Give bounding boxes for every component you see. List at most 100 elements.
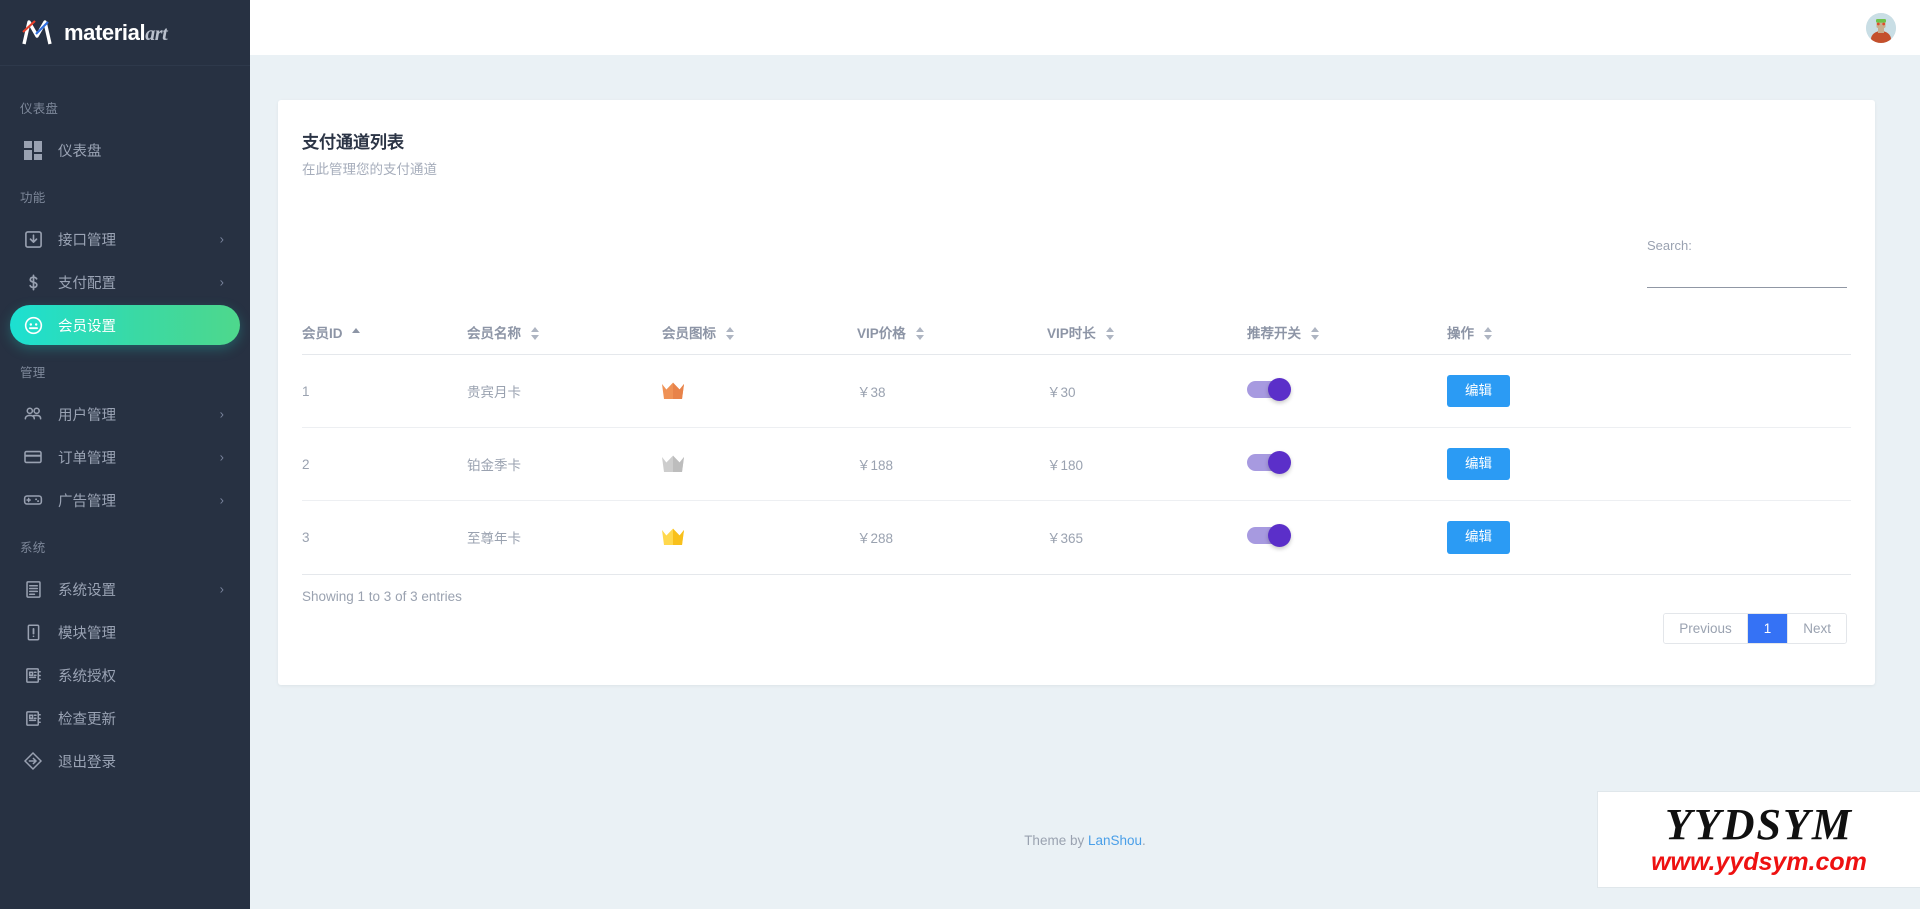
recommend-toggle[interactable] [1247, 381, 1289, 398]
sidebar-item-user-management[interactable]: 用户管理 › [10, 394, 240, 434]
cell-recommend-switch [1247, 428, 1447, 501]
sidebar-item-label: 用户管理 [58, 404, 116, 425]
sidebar-item-system-settings[interactable]: 系统设置 › [10, 569, 240, 609]
app-root: materialart 仪表盘 仪表盘 功能 [0, 0, 1920, 909]
column-label: 会员名称 [467, 326, 521, 341]
page-subtitle: 在此管理您的支付通道 [302, 158, 1851, 178]
pagination-next[interactable]: Next [1787, 614, 1846, 643]
column-header-member-icon[interactable]: 会员图标 [662, 312, 857, 355]
pagination-page-1[interactable]: 1 [1747, 614, 1788, 643]
sort-both-icon [531, 325, 539, 340]
face-smile-icon [22, 314, 44, 336]
column-header-recommend-switch[interactable]: 推荐开关 [1247, 312, 1447, 355]
gamepad-icon [22, 489, 44, 511]
cell-vip-duration: ￥365 [1047, 501, 1247, 574]
cell-member-name: 铂金季卡 [467, 428, 662, 501]
sidebar-item-label: 系统授权 [58, 665, 116, 686]
column-header-member-name[interactable]: 会员名称 [467, 312, 662, 355]
user-avatar[interactable] [1866, 13, 1896, 43]
chevron-right-icon: › [220, 451, 224, 464]
cell-vip-price: ￥188 [857, 428, 1047, 501]
logout-icon [22, 750, 44, 772]
cell-vip-duration: ￥30 [1047, 355, 1247, 428]
recommend-toggle[interactable] [1247, 454, 1289, 471]
sort-both-icon [1106, 325, 1114, 340]
crown-icon [662, 455, 857, 473]
chevron-right-icon: › [220, 408, 224, 421]
recommend-toggle[interactable] [1247, 527, 1289, 544]
brand-name: material [64, 20, 145, 45]
cell-member-icon [662, 428, 857, 501]
users-icon [22, 403, 44, 425]
sidebar-item-system-authorization[interactable]: 系统授权 [10, 655, 240, 695]
sidebar-item-label: 广告管理 [58, 490, 116, 511]
page-title: 支付通道列表 [302, 128, 1851, 153]
column-label: 推荐开关 [1247, 326, 1301, 341]
sort-both-icon [916, 325, 924, 340]
edit-button[interactable]: 编辑 [1447, 375, 1510, 407]
sort-both-icon [1484, 325, 1492, 340]
sort-asc-icon [352, 325, 360, 340]
sidebar-item-label: 支付配置 [58, 272, 116, 293]
cell-vip-duration: ￥180 [1047, 428, 1247, 501]
column-header-vip-price[interactable]: VIP价格 [857, 312, 1047, 355]
sidebar-item-order-management[interactable]: 订单管理 › [10, 437, 240, 477]
brand[interactable]: materialart [0, 0, 250, 66]
cell-recommend-switch [1247, 355, 1447, 428]
footer-link[interactable]: LanShou [1088, 833, 1142, 848]
table-row: 2 铂金季卡 ￥188 ￥1 [302, 428, 1851, 501]
m-logo-icon [20, 16, 54, 50]
sidebar-item-dashboard[interactable]: 仪表盘 [10, 130, 240, 170]
cell-member-id: 2 [302, 428, 467, 501]
sort-both-icon [1311, 325, 1319, 340]
clipboard-alert-icon [22, 621, 44, 643]
column-label: VIP时长 [1047, 326, 1096, 341]
edit-button[interactable]: 编辑 [1447, 448, 1510, 480]
sidebar-item-logout[interactable]: 退出登录 [10, 741, 240, 781]
edit-button[interactable]: 编辑 [1447, 521, 1510, 553]
sidebar-item-payment-config[interactable]: 支付配置 › [10, 262, 240, 302]
table-row: 3 至尊年卡 ￥288 ￥3 [302, 501, 1851, 574]
dashboard-icon [22, 139, 44, 161]
sidebar-item-ad-management[interactable]: 广告管理 › [10, 480, 240, 520]
sidebar-item-label: 模块管理 [58, 622, 116, 643]
table-header: 会员ID 会员名称 [302, 312, 1851, 355]
sidebar-item-label: 接口管理 [58, 229, 116, 250]
table-body: 1 贵宾月卡 ￥38 ￥30 [302, 355, 1851, 575]
pagination: Previous 1 Next [1663, 613, 1847, 644]
content-area: 支付通道列表 在此管理您的支付通道 Search: 会员ID [250, 55, 1920, 909]
column-header-vip-duration[interactable]: VIP时长 [1047, 312, 1247, 355]
toggle-knob [1268, 524, 1291, 547]
sidebar-item-interface-management[interactable]: 接口管理 › [10, 219, 240, 259]
sidebar-item-label: 检查更新 [58, 708, 116, 729]
brand-text: materialart [64, 20, 167, 46]
column-header-member-id[interactable]: 会员ID [302, 312, 467, 355]
toggle-knob [1268, 451, 1291, 474]
table-header-row: 会员ID 会员名称 [302, 312, 1851, 355]
sidebar-item-module-management[interactable]: 模块管理 [10, 612, 240, 652]
search-input[interactable] [1647, 267, 1847, 288]
column-label: VIP价格 [857, 326, 906, 341]
sort-both-icon [726, 325, 734, 340]
footer-suffix: . [1142, 833, 1146, 848]
cell-member-id: 1 [302, 355, 467, 428]
chevron-right-icon: › [220, 494, 224, 507]
sidebar-item-check-update[interactable]: 检查更新 [10, 698, 240, 738]
cell-recommend-switch [1247, 501, 1447, 574]
member-table: 会员ID 会员名称 [302, 312, 1851, 575]
watermark-title: YYDSYM [1665, 803, 1853, 847]
sidebar-item-label: 会员设置 [58, 315, 116, 336]
cell-member-id: 3 [302, 501, 467, 574]
column-label: 操作 [1447, 326, 1474, 341]
cell-vip-price: ￥288 [857, 501, 1047, 574]
cell-member-name: 贵宾月卡 [467, 355, 662, 428]
sidebar-item-member-settings[interactable]: 会员设置 [10, 305, 240, 345]
nav-section-label-system: 系统 [0, 523, 250, 566]
watermark-url: www.yydsym.com [1651, 849, 1867, 877]
column-header-actions[interactable]: 操作 [1447, 312, 1851, 355]
pagination-previous[interactable]: Previous [1664, 614, 1747, 643]
table-row: 1 贵宾月卡 ￥38 ￥30 [302, 355, 1851, 428]
watermark: YYDSYM www.yydsym.com [1598, 792, 1920, 887]
main-area: 支付通道列表 在此管理您的支付通道 Search: 会员ID [250, 0, 1920, 909]
crown-icon [662, 528, 857, 546]
